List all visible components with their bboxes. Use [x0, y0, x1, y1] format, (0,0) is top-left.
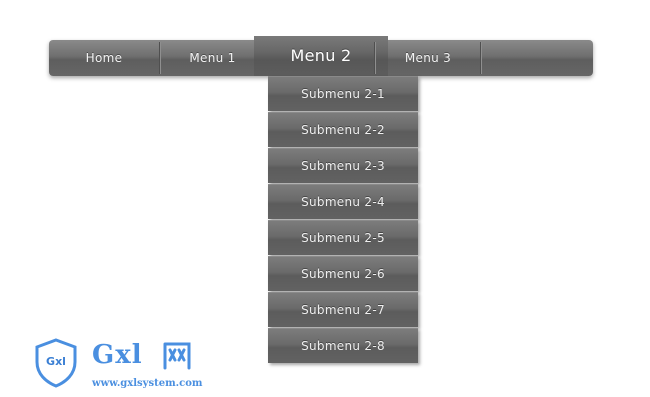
submenu-item-2-3[interactable]: Submenu 2-3 [268, 148, 418, 183]
submenu-item-2-6[interactable]: Submenu 2-6 [268, 256, 418, 291]
menu-divider [480, 42, 482, 74]
submenu-item-2-5[interactable]: Submenu 2-5 [268, 220, 418, 255]
shield-label: Gxl [46, 355, 66, 368]
brand-cn-glyph [162, 340, 192, 370]
submenu-item-2-8[interactable]: Submenu 2-8 [268, 328, 418, 363]
submenu-dropdown: Submenu 2-1 Submenu 2-2 Submenu 2-3 Subm… [268, 76, 418, 364]
main-menu-bar: Home Menu 1 Menu 2 Menu 3 [49, 36, 593, 76]
brand-name: Gxl [92, 340, 143, 370]
net-glyph-icon [163, 342, 191, 370]
page: Home Menu 1 Menu 2 Menu 3 Submenu 2-1 Su… [0, 0, 650, 397]
submenu-item-2-2[interactable]: Submenu 2-2 [268, 112, 418, 147]
menu-item-menu-2[interactable]: Menu 2 [254, 36, 388, 76]
menu-item-menu-3[interactable]: Menu 3 [376, 40, 480, 76]
submenu-item-2-7[interactable]: Submenu 2-7 [268, 292, 418, 327]
menu-item-menu-1[interactable]: Menu 1 [161, 40, 264, 76]
watermark-logo: Gxl Gxl www.gxlsystem.com [34, 338, 214, 394]
submenu-item-2-1[interactable]: Submenu 2-1 [268, 76, 418, 111]
menu-item-home[interactable]: Home [49, 40, 159, 76]
brand-url: www.gxlsystem.com [92, 378, 203, 389]
submenu-item-2-4[interactable]: Submenu 2-4 [268, 184, 418, 219]
